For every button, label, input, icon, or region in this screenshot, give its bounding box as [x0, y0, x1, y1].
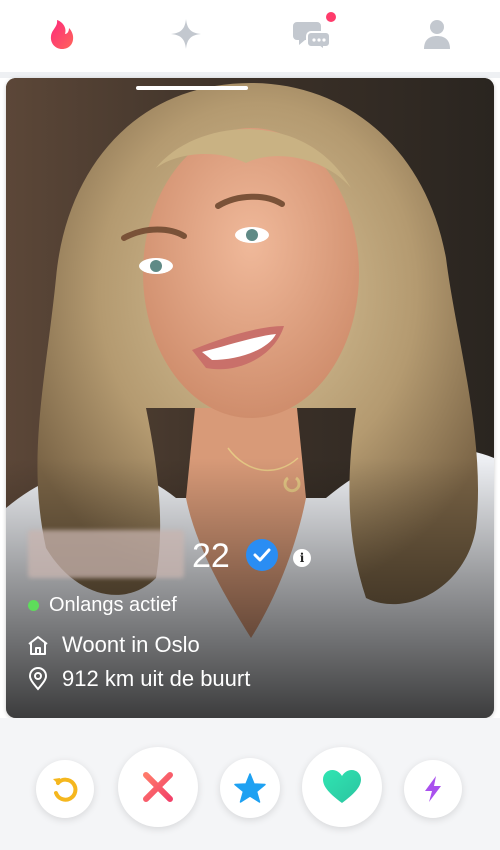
- info-icon[interactable]: i: [293, 549, 311, 567]
- like-button[interactable]: [302, 747, 382, 827]
- boost-button[interactable]: [404, 760, 462, 818]
- flame-icon[interactable]: [42, 14, 82, 54]
- residence-text: Woont in Oslo: [62, 632, 200, 657]
- chat-notification-dot: [326, 12, 336, 22]
- nope-button[interactable]: [118, 747, 198, 827]
- verified-badge-icon: [246, 539, 278, 571]
- profile-icon[interactable]: [417, 14, 457, 54]
- distance-text: 912 km uit de buurt: [62, 666, 251, 691]
- rewind-icon: [53, 777, 78, 802]
- heart-icon: [323, 770, 361, 803]
- location-pin-icon: [26, 667, 50, 691]
- action-bar: [0, 718, 500, 850]
- name-redacted: [28, 530, 184, 578]
- close-icon: [143, 772, 173, 802]
- profile-card[interactable]: 22 i Onlangs actief Woont in Oslo 912 km…: [6, 78, 494, 718]
- top-navigation: [0, 0, 500, 72]
- bolt-icon: [425, 776, 441, 802]
- home-icon: [26, 633, 50, 657]
- online-dot-icon: [28, 600, 39, 611]
- photo-indicator: [136, 86, 248, 90]
- distance-row: 912 km uit de buurt: [26, 666, 250, 692]
- super-like-button[interactable]: [220, 758, 280, 818]
- activity-status: Onlangs actief: [28, 594, 177, 617]
- rewind-button[interactable]: [36, 760, 94, 818]
- sparkle-icon[interactable]: [166, 14, 206, 54]
- star-icon: [234, 773, 266, 803]
- residence-row: Woont in Oslo: [26, 632, 200, 658]
- age-label: 22: [192, 537, 230, 575]
- activity-text: Onlangs actief: [49, 594, 177, 616]
